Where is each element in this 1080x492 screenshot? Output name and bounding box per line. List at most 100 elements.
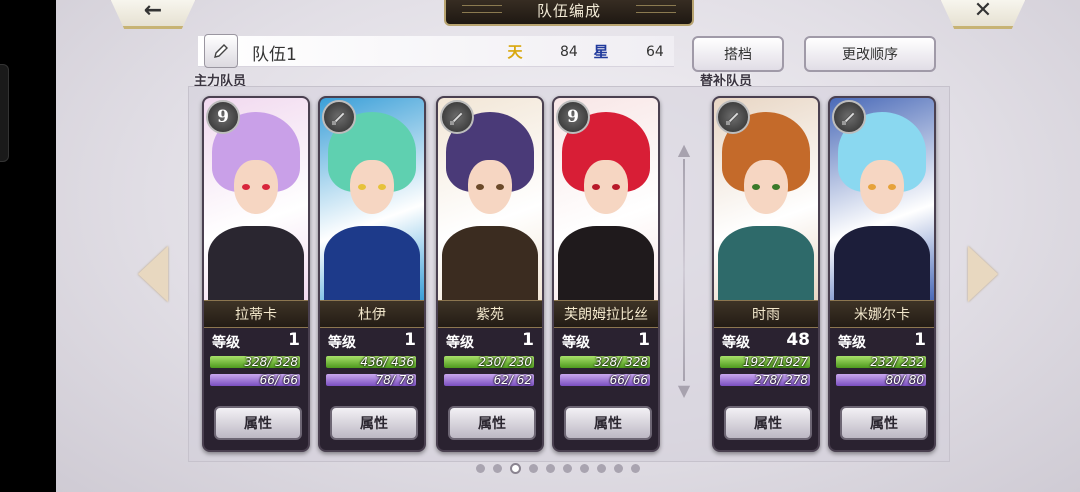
device-notch xyxy=(0,64,9,162)
sun-stat-icon: 天 xyxy=(507,42,523,61)
character-card[interactable]: 米娜尔卡 等级 1 232/ 232 80/ 80 属性 xyxy=(828,96,936,452)
hp-bar: 1927/1927 xyxy=(720,356,810,368)
level-row: 等级 1 xyxy=(560,330,650,352)
mp-bar: 80/ 80 xyxy=(836,374,926,386)
page-dot[interactable] xyxy=(580,463,589,473)
reorder-button[interactable]: 更改顺序 xyxy=(804,36,936,72)
level-value: 1 xyxy=(404,330,416,350)
level-label: 等级 xyxy=(446,335,474,351)
down-arrow-icon: ▼ xyxy=(677,381,691,400)
hp-value: 232/ 232 xyxy=(870,355,924,369)
page-dot[interactable] xyxy=(614,463,623,473)
character-card[interactable]: 时雨 等级 48 1927/1927 278/ 278 属性 xyxy=(712,96,820,452)
weapon-badge-icon xyxy=(322,100,356,134)
character-name: 拉蒂卡 xyxy=(204,300,308,328)
mp-value: 62/ 62 xyxy=(493,373,532,387)
weapon-badge-icon xyxy=(832,100,866,134)
level-label: 等级 xyxy=(328,335,356,351)
character-name: 杜伊 xyxy=(320,300,424,328)
up-arrow-icon: ▲ xyxy=(677,140,691,159)
hp-bar: 328/ 328 xyxy=(210,356,300,368)
weapon-badge-icon xyxy=(716,100,750,134)
hp-value: 328/ 328 xyxy=(244,355,298,369)
page-dot[interactable] xyxy=(597,463,606,473)
star-stat-icon: 星 xyxy=(593,42,609,61)
level-row: 等级 1 xyxy=(326,330,416,352)
hp-value: 230/ 230 xyxy=(478,355,532,369)
page-dot[interactable] xyxy=(631,463,640,473)
character-card[interactable]: 9 拉蒂卡 等级 1 328/ 328 66/ 66 属性 xyxy=(202,96,310,452)
level-row: 等级 48 xyxy=(720,330,810,352)
hp-value: 436/ 436 xyxy=(360,355,414,369)
level-label: 等级 xyxy=(722,335,750,351)
swap-divider: ▲ ▼ xyxy=(678,140,690,400)
page-dot[interactable] xyxy=(476,463,485,473)
star-stat-value: 64 xyxy=(646,44,664,60)
page-dot[interactable] xyxy=(546,463,555,473)
character-name: 时雨 xyxy=(714,300,818,328)
mp-bar: 66/ 66 xyxy=(560,374,650,386)
level-label: 等级 xyxy=(838,335,866,351)
level-value: 48 xyxy=(786,330,810,350)
screen-title-text: 队伍编成 xyxy=(536,1,601,20)
level-label: 等级 xyxy=(562,335,590,351)
level-row: 等级 1 xyxy=(444,330,534,352)
hp-bar: 328/ 328 xyxy=(560,356,650,368)
level-row: 等级 1 xyxy=(210,330,300,352)
team-name: 队伍1 xyxy=(252,45,297,65)
level-value: 1 xyxy=(522,330,534,350)
level-label: 等级 xyxy=(212,335,240,351)
mp-bar: 62/ 62 xyxy=(444,374,534,386)
hp-bar: 230/ 230 xyxy=(444,356,534,368)
page-indicator xyxy=(476,462,676,474)
mp-value: 80/ 80 xyxy=(885,373,924,387)
weapon-badge-icon xyxy=(440,100,474,134)
next-page-arrow-icon[interactable] xyxy=(968,246,998,302)
level-value: 1 xyxy=(638,330,650,350)
partner-button[interactable]: 搭档 xyxy=(692,36,784,72)
character-card[interactable]: 杜伊 等级 1 436/ 436 78/ 78 属性 xyxy=(318,96,426,452)
back-button[interactable]: ← xyxy=(108,0,198,29)
system-edge xyxy=(0,0,56,492)
attributes-button[interactable]: 属性 xyxy=(724,406,812,440)
attributes-button[interactable]: 属性 xyxy=(330,406,418,440)
hp-value: 328/ 328 xyxy=(594,355,648,369)
mp-value: 278/ 278 xyxy=(754,373,808,387)
mp-value: 66/ 66 xyxy=(259,373,298,387)
attributes-button[interactable]: 属性 xyxy=(448,406,536,440)
hp-bar: 436/ 436 xyxy=(326,356,416,368)
mp-bar: 278/ 278 xyxy=(720,374,810,386)
rank-badge-icon: 9 xyxy=(556,100,590,134)
character-name: 米娜尔卡 xyxy=(830,300,934,328)
page-dot[interactable] xyxy=(563,463,572,473)
sun-stat-value: 84 xyxy=(560,44,578,60)
back-arrow-icon: ← xyxy=(143,0,163,23)
page-dot[interactable] xyxy=(529,463,538,473)
mp-bar: 66/ 66 xyxy=(210,374,300,386)
team-formation-screen: ← 队伍编成 ✕ 队伍1 天 84 星 64 搭档 更改顺序 主力队员 替补队员… xyxy=(56,0,1080,492)
page-dot[interactable] xyxy=(493,463,502,473)
mp-bar: 78/ 78 xyxy=(326,374,416,386)
level-row: 等级 1 xyxy=(836,330,926,352)
page-dot[interactable] xyxy=(510,462,521,474)
attributes-button[interactable]: 属性 xyxy=(214,406,302,440)
hp-value: 1927/1927 xyxy=(742,355,808,369)
mp-value: 78/ 78 xyxy=(375,373,414,387)
previous-page-arrow-icon[interactable] xyxy=(138,246,168,302)
close-icon: ✕ xyxy=(973,0,993,23)
rename-team-button[interactable] xyxy=(204,34,238,68)
level-value: 1 xyxy=(288,330,300,350)
mp-value: 66/ 66 xyxy=(609,373,648,387)
screen-title: 队伍编成 xyxy=(444,0,694,26)
pencil-icon xyxy=(214,44,228,58)
attributes-button[interactable]: 属性 xyxy=(840,406,928,440)
attributes-button[interactable]: 属性 xyxy=(564,406,652,440)
hp-bar: 232/ 232 xyxy=(836,356,926,368)
character-card[interactable]: 紫苑 等级 1 230/ 230 62/ 62 属性 xyxy=(436,96,544,452)
rank-badge-icon: 9 xyxy=(206,100,240,134)
close-button[interactable]: ✕ xyxy=(938,0,1028,29)
character-name: 紫苑 xyxy=(438,300,542,328)
character-name: 芙朗姆拉比丝 xyxy=(554,300,658,328)
level-value: 1 xyxy=(914,330,926,350)
character-card[interactable]: 9 芙朗姆拉比丝 等级 1 328/ 328 66/ 66 属性 xyxy=(552,96,660,452)
